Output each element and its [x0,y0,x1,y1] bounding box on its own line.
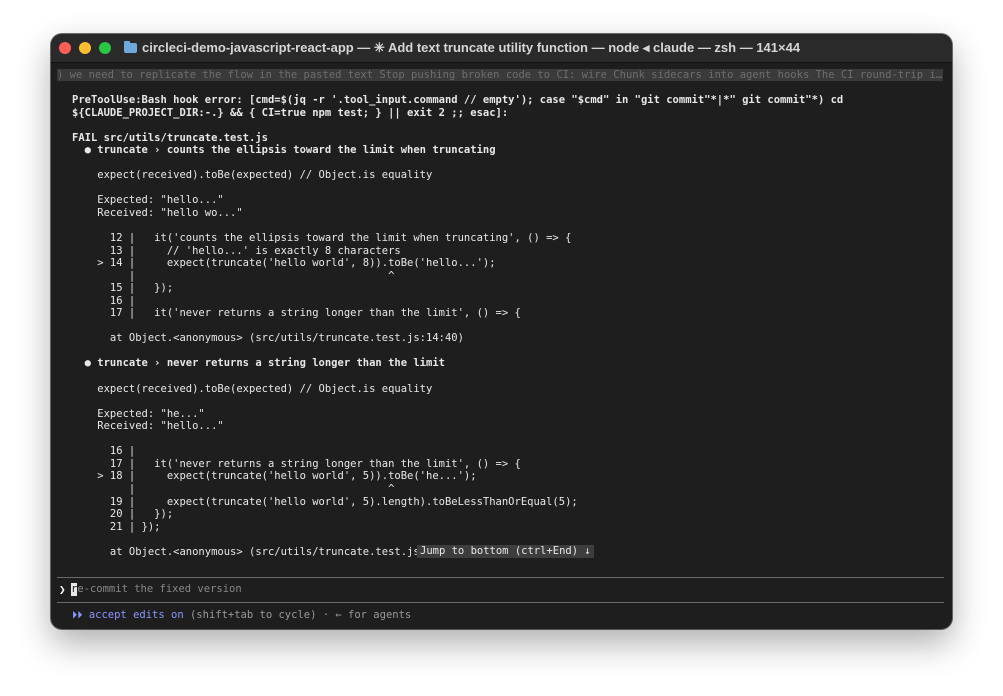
terminal-output: PreToolUse:Bash hook error: [cmd=$(jq -r… [72,94,843,558]
failure-1-expect: expect(received).toBe(expected) // Objec… [72,169,433,182]
failure-1-location: at Object.<anonymous> (src/utils/truncat… [72,332,464,345]
input-divider-top [57,577,944,578]
pasted-text-banner: ) we need to replicate the flow in the p… [57,69,943,81]
failure-1-expected: Expected: "hello..." [72,194,224,207]
code-line: 17 | it('never returns a string longer t… [72,457,521,470]
status-line: ⏵⏵ accept edits on (shift+tab to cycle) … [72,609,411,622]
failure-2-header: ● truncate › never returns a string long… [72,357,445,370]
maximize-button[interactable] [99,42,111,54]
close-button[interactable] [59,42,71,54]
code-line: 17 | it('never returns a string longer t… [72,307,521,320]
window-title: circleci-demo-javascript-react-app — ✳ A… [142,40,801,55]
failure-1-received: Received: "hello wo..." [72,206,243,219]
fail-line: FAIL src/utils/truncate.test.js [72,131,268,144]
failure-2-expect: expect(received).toBe(expected) // Objec… [72,382,433,395]
code-line: 19 | expect(truncate('hello world', 5).l… [72,495,578,508]
failure-2-location: at Object.<anonymous> (src/utils/truncat… [72,545,420,558]
code-line: 21 | }); [72,520,161,533]
code-line: 13 | // 'hello...' is exactly 8 characte… [72,244,401,257]
failure-2-received: Received: "hello..." [72,420,224,433]
title-bar[interactable]: circleci-demo-javascript-react-app — ✳ A… [51,34,952,63]
failure-2-expected: Expected: "he..." [72,407,205,420]
code-line: 16 | [72,445,136,458]
prompt-chevron-icon: ❯ [59,583,66,596]
hook-error-line-2: ${CLAUDE_PROJECT_DIR:-.} && { CI=true np… [72,106,509,119]
code-line: 20 | }); [72,508,174,521]
caret-line: | ^ [72,269,395,282]
mode-hint: (shift+tab to cycle) · ← for agents [189,609,412,621]
minimize-button[interactable] [79,42,91,54]
code-line: 12 | it('counts the ellipsis toward the … [72,232,572,245]
code-line: 15 | }); [72,282,174,295]
folder-icon [124,41,137,53]
input-divider-bottom [57,602,944,603]
hook-error-line-1: PreToolUse:Bash hook error: [cmd=$(jq -r… [72,94,844,106]
fast-forward-icon: ⏵⏵ [72,609,83,621]
caret-line: | ^ [72,482,395,495]
terminal-content[interactable]: ) we need to replicate the flow in the p… [51,63,952,629]
code-line-highlight: > 14 | expect(truncate('hello world', 8)… [72,257,496,270]
jump-to-bottom-button[interactable]: Jump to bottom (ctrl+End) ↓ [417,545,594,558]
terminal-window: circleci-demo-javascript-react-app — ✳ A… [51,34,952,629]
mode-indicator[interactable]: accept edits on [89,609,184,621]
prompt-input[interactable]: re-commit the fixed version [71,583,242,596]
code-line: 16 | [72,294,136,307]
failure-1-header: ● truncate › counts the ellipsis toward … [72,144,496,157]
code-line-highlight: > 18 | expect(truncate('hello world', 5)… [72,470,477,483]
prompt-text: e-commit the fixed version [77,583,242,595]
